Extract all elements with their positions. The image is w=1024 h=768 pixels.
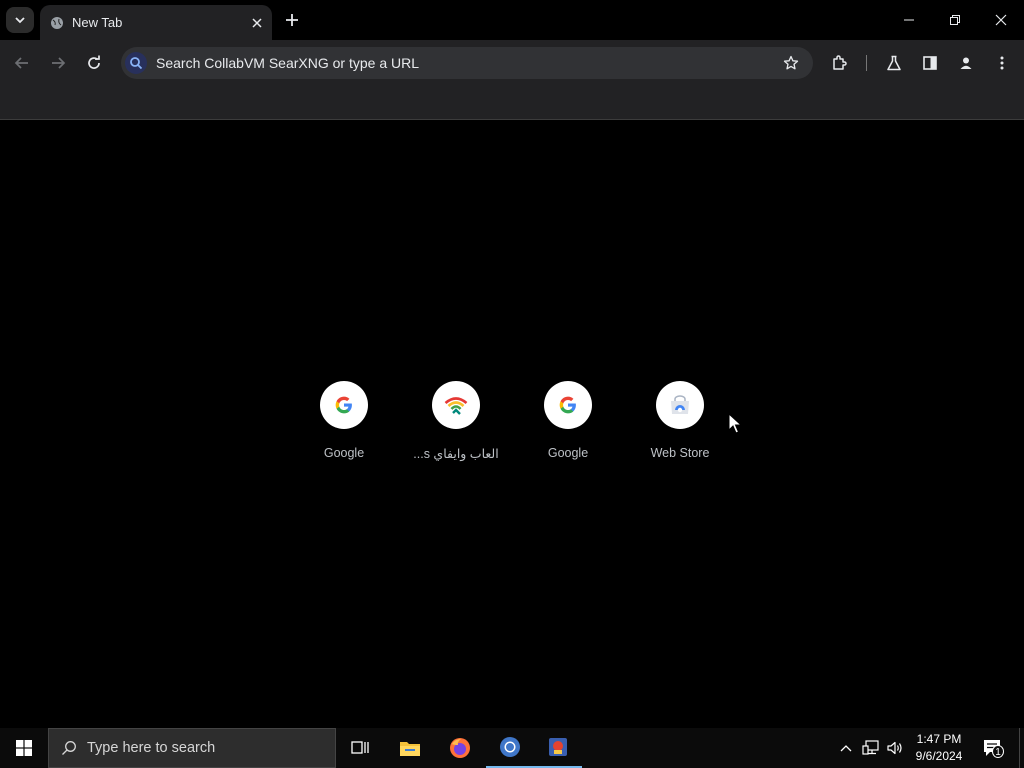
omnibox-placeholder: Search CollabVM SearXNG or type a URL [156, 55, 419, 71]
new-tab-button[interactable] [280, 8, 304, 32]
extensions-button[interactable] [826, 49, 854, 77]
taskbar-search-box[interactable]: Type here to search [48, 728, 336, 768]
taskbar: Type here to search 1:47 PM 9/6/2024 1 [0, 728, 1024, 768]
file-explorer-button[interactable] [386, 728, 434, 768]
reload-button[interactable] [80, 49, 108, 77]
side-panel-button[interactable] [916, 49, 944, 77]
mouse-cursor-icon [728, 413, 742, 434]
shortcut-label: Google [323, 446, 365, 460]
tab-title: New Tab [72, 15, 123, 30]
shortcut-label: العاب وايفاي s... [413, 447, 499, 461]
firefox-icon [450, 738, 470, 758]
reload-icon [88, 55, 100, 69]
arrow-left-icon [14, 57, 28, 69]
plus-icon [286, 14, 298, 26]
window-close-button[interactable] [978, 0, 1024, 40]
tab-close-button[interactable] [248, 14, 266, 32]
puzzle-icon [833, 55, 847, 70]
tab-strip: New Tab [0, 0, 1024, 40]
show-desktop-button[interactable] [1019, 728, 1020, 768]
clock-date: 9/6/2024 [915, 749, 963, 763]
close-icon [252, 17, 262, 28]
omnibox[interactable]: Search CollabVM SearXNG or type a URL [121, 47, 813, 79]
minimize-icon [904, 19, 914, 21]
restore-icon [950, 15, 960, 25]
star-icon [783, 55, 799, 70]
restore-button[interactable] [932, 0, 978, 40]
tab-new-tab[interactable]: New Tab [40, 5, 272, 40]
flask-icon [887, 55, 901, 71]
globe-icon [50, 16, 64, 30]
shortcut-tile[interactable]: العاب وايفاي s... [404, 381, 508, 471]
side-panel-icon [923, 56, 937, 70]
clock[interactable]: 1:47 PM 9/6/2024 [908, 731, 970, 765]
search-icon [125, 52, 147, 74]
chrome-button[interactable] [486, 728, 534, 768]
taskbar-search-placeholder: Type here to search [87, 740, 216, 756]
clock-time: 1:47 PM [916, 732, 962, 746]
shortcut-tile[interactable]: Google [292, 381, 396, 471]
chevron-down-icon [15, 17, 25, 24]
minimize-button[interactable] [886, 0, 932, 40]
task-view-icon [351, 741, 369, 754]
chevron-up-icon [840, 745, 852, 752]
more-vert-icon [1000, 56, 1004, 70]
speaker-icon [887, 741, 902, 755]
folder-icon [400, 742, 420, 756]
bookmark-star-button[interactable] [779, 51, 803, 75]
app-button[interactable] [534, 728, 582, 768]
shortcut-label: Google [547, 446, 589, 460]
shortcut-label: Web Store [650, 446, 710, 460]
notifications-button[interactable]: 1 [980, 728, 1006, 768]
notification-count-badge: 1 [992, 745, 1004, 758]
toolbar: Search CollabVM SearXNG or type a URL [0, 40, 1024, 86]
arrow-right-icon [52, 57, 66, 69]
start-button[interactable] [0, 728, 48, 768]
close-icon [995, 14, 1007, 26]
profile-button[interactable] [952, 49, 980, 77]
chrome-web-store-icon [656, 381, 704, 429]
menu-button[interactable] [988, 49, 1016, 77]
forward-button[interactable] [44, 49, 72, 77]
google-g-icon [320, 381, 368, 429]
google-g-icon [544, 381, 592, 429]
windows-logo-icon [16, 740, 32, 756]
shortcut-tile[interactable]: Web Store [628, 381, 732, 471]
task-view-button[interactable] [336, 728, 384, 768]
labs-button[interactable] [880, 49, 908, 77]
app-icon [549, 738, 567, 756]
toolbar-separator [866, 55, 867, 71]
show-hidden-icons-button[interactable] [836, 728, 856, 768]
firefox-button[interactable] [436, 728, 484, 768]
bookmarks-bar [0, 86, 1024, 120]
person-icon [960, 57, 972, 69]
wifi-rainbow-icon [432, 381, 480, 429]
chrome-icon [500, 737, 520, 757]
tab-search-button[interactable] [6, 7, 34, 33]
network-icon [862, 740, 879, 755]
search-icon [62, 741, 76, 755]
back-button[interactable] [8, 49, 36, 77]
new-tab-page: Google العاب وايفاي s... Google Web Stor… [0, 121, 1024, 728]
shortcut-tile[interactable]: Google [516, 381, 620, 471]
network-button[interactable] [860, 728, 882, 768]
volume-button[interactable] [884, 728, 906, 768]
